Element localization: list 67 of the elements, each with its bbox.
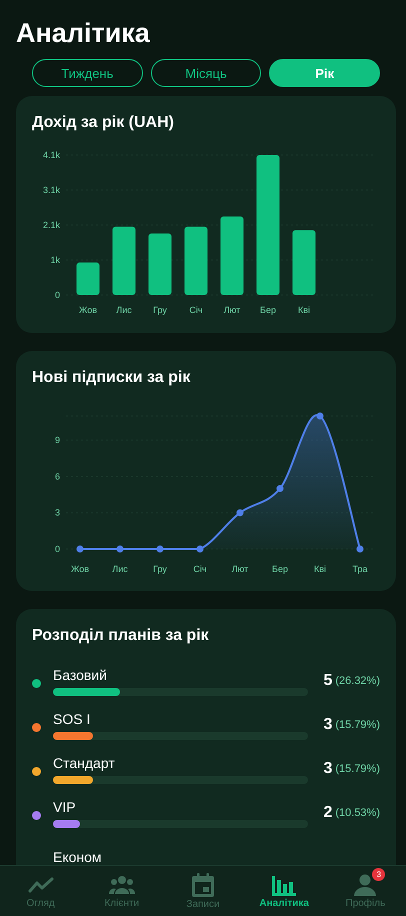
x-axis-label: Січ <box>189 305 203 315</box>
nav-tab[interactable]: Записи <box>162 866 244 916</box>
x-axis-label: Січ <box>193 564 207 574</box>
y-axis-label: 3.1k <box>42 185 60 195</box>
x-axis-label: Лис <box>116 305 132 315</box>
bar-chart-icon <box>271 874 298 896</box>
nav-tab[interactable]: Огляд <box>0 866 82 916</box>
data-point <box>156 546 164 552</box>
revenue-bar <box>292 230 316 295</box>
revenue-bar <box>184 226 208 295</box>
x-axis-label: Лют <box>224 305 240 315</box>
y-axis-label: 9 <box>54 435 60 446</box>
page-title: Аналітика <box>16 18 151 49</box>
notification-badge: 3 <box>372 868 386 880</box>
people-icon <box>108 874 136 896</box>
plan-name: Базовий <box>53 666 108 682</box>
revenue-bar <box>76 262 100 295</box>
x-axis-label: Гру <box>153 564 167 574</box>
data-point <box>236 509 244 516</box>
period-tab[interactable]: Місяць <box>150 59 262 87</box>
plan-count: 3 <box>323 716 332 734</box>
plan-percentage: (15.79%) <box>335 719 380 731</box>
period-tab[interactable]: Тиждень <box>32 59 143 87</box>
revenue-bar <box>112 226 136 295</box>
card-title: Розподіл планів за рік <box>32 627 210 645</box>
plan-name: Економ <box>53 849 103 865</box>
x-axis-label: Жов <box>71 564 89 574</box>
nav-tab[interactable]: 3 Профіль <box>324 866 406 916</box>
x-axis-label: Кві <box>314 564 326 574</box>
plan-name: SOS I <box>53 710 92 726</box>
x-axis-label: Бер <box>260 305 276 315</box>
revenue-bar <box>148 234 172 295</box>
data-point <box>316 412 324 420</box>
calendar-icon <box>192 872 214 896</box>
plan-count: 5 <box>323 672 332 690</box>
card-title: Дохід за рік (UAH) <box>32 114 175 132</box>
y-axis-label: 1k <box>50 255 60 265</box>
x-axis-label: Лис <box>112 564 128 574</box>
nav-tab[interactable]: Аналітика <box>244 866 325 916</box>
nav-tab[interactable]: Клієнти <box>81 866 162 916</box>
period-tab[interactable]: Рік <box>269 59 380 87</box>
y-axis-label: 0 <box>54 290 60 300</box>
y-axis-label: 4.1k <box>42 150 60 160</box>
plan-percentage: (15.79%) <box>335 763 380 775</box>
plan-count: 3 <box>323 760 332 778</box>
y-axis-label: 2.1k <box>42 220 60 230</box>
x-axis-label: Тра <box>352 564 368 574</box>
x-axis-label: Лют <box>232 564 248 574</box>
y-axis-label: 0 <box>54 544 60 554</box>
data-point <box>116 546 124 552</box>
data-point <box>76 546 84 552</box>
data-point <box>276 485 284 492</box>
plan-name: Стандарт <box>53 754 116 770</box>
plan-percentage: (10.53%) <box>335 807 380 819</box>
y-axis-label: 3 <box>54 508 60 518</box>
plan-count: 2 <box>323 804 332 822</box>
y-axis-label: 6 <box>54 471 60 482</box>
x-axis-label: Бер <box>272 564 288 574</box>
plan-name: VIP <box>53 798 77 814</box>
plan-percentage: (26.32%) <box>335 675 380 687</box>
x-axis-label: Кві <box>298 305 310 315</box>
x-axis-label: Жов <box>79 305 97 315</box>
card-title: Нові підписки за рік <box>32 369 192 387</box>
x-axis-label: Гру <box>153 305 167 315</box>
data-point <box>196 546 204 552</box>
data-point <box>356 546 364 552</box>
person-icon <box>353 874 378 896</box>
